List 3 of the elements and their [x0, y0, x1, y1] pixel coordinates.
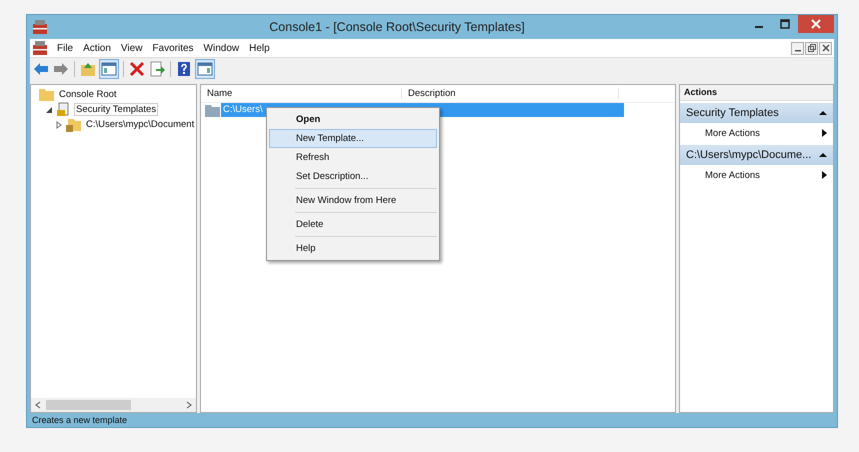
window-title: Console1 - [Console Root\Security Templates] — [268, 20, 526, 34]
actions-header: Actions — [680, 85, 833, 101]
status-text: Creates a new template — [31, 414, 128, 427]
